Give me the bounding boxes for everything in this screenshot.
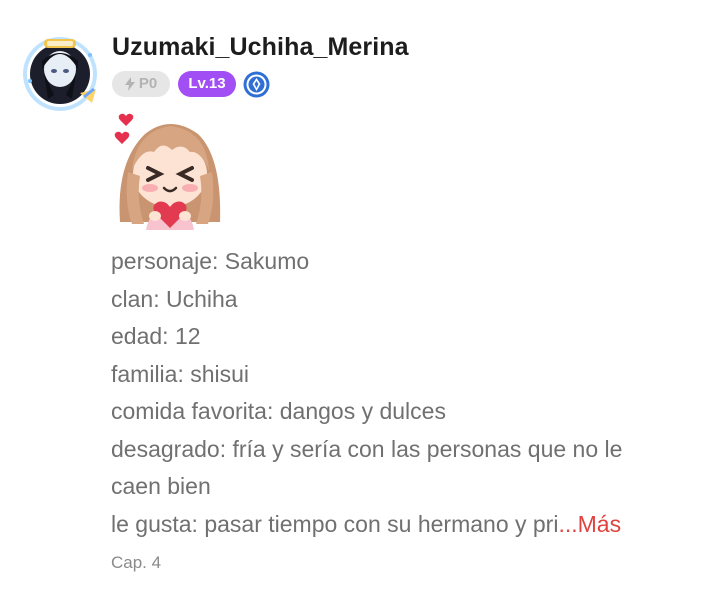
more-link[interactable]: Más bbox=[578, 511, 621, 537]
post-bio: personaje: Sakumo clan: Uchiha edad: 12 … bbox=[111, 243, 683, 543]
verified-badge[interactable] bbox=[243, 71, 270, 98]
diamond-badge-icon bbox=[243, 71, 270, 98]
avatar-icon bbox=[23, 37, 97, 111]
lightning-icon bbox=[124, 77, 135, 91]
level-badge[interactable]: Lv.13 bbox=[178, 71, 236, 97]
points-label: P0 bbox=[138, 75, 158, 92]
chapter-label: Cap. 4 bbox=[111, 553, 162, 572]
level-label: Lv.13 bbox=[188, 75, 226, 92]
bio-line: desagrado: fría y sería con las personas… bbox=[111, 435, 623, 462]
bio-line-truncated: le gusta: pasar tiempo con su hermano y … bbox=[111, 506, 683, 544]
chibi-girl-heart-sticker-icon bbox=[114, 113, 221, 230]
bio-line: edad: 12 bbox=[111, 323, 201, 349]
chibi-sticker[interactable] bbox=[110, 112, 228, 230]
username[interactable]: Uzumaki_Uchiha_Merina bbox=[112, 33, 409, 62]
ellipsis: ... bbox=[558, 510, 578, 537]
avatar[interactable] bbox=[20, 33, 102, 113]
points-badge[interactable]: P0 bbox=[112, 71, 170, 97]
bio-line: caen bien bbox=[111, 473, 211, 499]
bio-line: personaje: Sakumo bbox=[111, 248, 310, 274]
bio-line: familia: shisui bbox=[111, 360, 250, 387]
bio-line-text: le gusta: pasar tiempo con su hermano y … bbox=[111, 510, 559, 537]
bio-line: comida favorita: dangos y dulces bbox=[111, 398, 446, 424]
bio-line: clan: Uchiha bbox=[111, 285, 238, 312]
